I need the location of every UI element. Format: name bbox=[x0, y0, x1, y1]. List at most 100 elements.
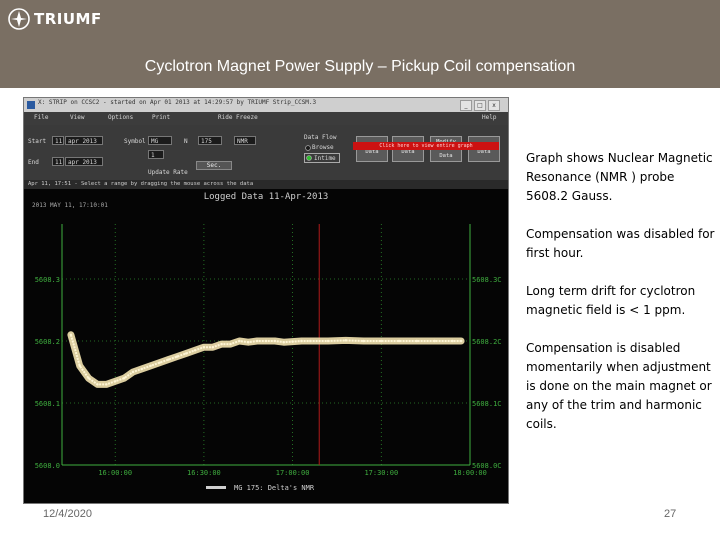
data-point bbox=[264, 339, 268, 343]
data-point bbox=[87, 377, 90, 380]
close-button[interactable]: x bbox=[488, 100, 500, 111]
data-point bbox=[131, 370, 135, 374]
data-point bbox=[255, 339, 259, 343]
data-point bbox=[300, 339, 303, 343]
data-point bbox=[309, 339, 312, 343]
y-tick-label-left: 5608.1 bbox=[35, 400, 60, 408]
data-point bbox=[149, 364, 152, 367]
y-tick-label-right: 5608.1C bbox=[472, 400, 502, 408]
app-icon bbox=[27, 101, 35, 109]
note-adjustment: Compensation is disabled momentarily whe… bbox=[526, 341, 712, 431]
y-tick-label-left: 5608.0 bbox=[35, 462, 60, 470]
update-rate-label: Update Rate bbox=[148, 169, 188, 176]
n-field[interactable]: 175 bbox=[198, 136, 222, 145]
y-tick-label-left: 5608.3 bbox=[35, 276, 60, 284]
data-point bbox=[433, 339, 436, 343]
data-point bbox=[451, 339, 454, 343]
data-point bbox=[415, 339, 418, 343]
data-point bbox=[326, 339, 330, 343]
note-nmr: Graph shows Nuclear Magnetic Resonance (… bbox=[526, 151, 713, 203]
data-point bbox=[211, 346, 214, 349]
triumf-logo: TRIUMF bbox=[8, 8, 102, 30]
data-point bbox=[229, 342, 232, 346]
end-day-field[interactable]: 11 bbox=[52, 157, 64, 166]
data-point bbox=[397, 339, 401, 343]
data-point bbox=[167, 358, 170, 361]
data-point bbox=[380, 339, 383, 343]
status-bar: Apr 11, 17:51 - Select a range by draggi… bbox=[24, 180, 508, 189]
control-panel: Start 11 apr 2013 End 11 apr 2013 Symbol… bbox=[24, 125, 508, 180]
x-tick-label: 16:00:00 bbox=[98, 469, 132, 477]
legend-label: MG 175: Delta's NMR bbox=[234, 484, 315, 492]
window-title: X: STRIP on CCSC2 - started on Apr 01 20… bbox=[38, 99, 317, 106]
view-entire-graph-bar[interactable]: Click here to view entire graph bbox=[353, 142, 499, 150]
status-text: Apr 11, 17:51 - Select a range by draggi… bbox=[28, 181, 254, 187]
end-date-field[interactable]: apr 2013 bbox=[65, 157, 103, 166]
menu-file[interactable]: File bbox=[34, 114, 48, 121]
radio-browse-label[interactable]: Browse bbox=[312, 144, 334, 151]
source-select[interactable]: NMR bbox=[234, 136, 256, 145]
menu-options[interactable]: Options bbox=[108, 114, 133, 121]
units-select[interactable]: Sec. bbox=[196, 161, 232, 170]
data-point bbox=[122, 377, 126, 380]
chart-title: Logged Data 11-Apr-2013 bbox=[204, 192, 329, 202]
chart-date-label: 2013 MAY 11, 17:10:01 bbox=[32, 202, 108, 209]
n-label: N bbox=[184, 138, 188, 145]
menu-ride-freeze[interactable]: Ride Freeze bbox=[218, 114, 258, 121]
data-point bbox=[291, 340, 294, 343]
x-tick-label: 17:00:00 bbox=[276, 469, 310, 477]
menu-bar: File View Options Print Ride Freeze Help bbox=[24, 112, 508, 125]
start-day-field[interactable]: 11 bbox=[52, 136, 64, 145]
y-tick-label-right: 5608.0C bbox=[472, 462, 502, 470]
x-tick-label: 17:30:00 bbox=[364, 469, 398, 477]
minimize-button[interactable]: _ bbox=[460, 100, 472, 111]
radio-intime[interactable] bbox=[306, 155, 312, 161]
radio-intime-label[interactable]: Intime bbox=[314, 155, 336, 162]
data-point bbox=[78, 364, 81, 367]
maximize-button[interactable]: □ bbox=[474, 100, 486, 111]
menu-print[interactable]: Print bbox=[152, 114, 170, 121]
symbol-label: Symbol bbox=[124, 138, 146, 145]
y-tick-label-right: 5608.3C bbox=[472, 276, 502, 284]
slide-header: TRIUMF Cyclotron Magnet Power Supply – P… bbox=[0, 0, 720, 88]
y-tick-label-right: 5608.2C bbox=[472, 338, 502, 346]
data-point bbox=[114, 380, 117, 383]
data-point bbox=[220, 342, 223, 346]
plot-background bbox=[24, 189, 508, 503]
data-point bbox=[247, 341, 250, 344]
data-point bbox=[202, 346, 206, 349]
rate-field[interactable]: 1 bbox=[148, 150, 164, 159]
strip-chart[interactable]: 2013 MAY 11, 17:10:01 Logged Data 11-Apr… bbox=[24, 189, 508, 503]
symbol-select[interactable]: MG bbox=[148, 136, 172, 145]
strip-chart-screenshot: X: STRIP on CCSC2 - started on Apr 01 20… bbox=[23, 97, 509, 504]
x-tick-label: 18:00:00 bbox=[453, 469, 487, 477]
data-point bbox=[193, 349, 197, 352]
radio-browse[interactable] bbox=[305, 145, 311, 151]
data-point bbox=[362, 339, 365, 343]
data-point bbox=[158, 361, 161, 364]
end-label: End bbox=[28, 159, 39, 166]
triumf-logo-icon bbox=[8, 8, 30, 30]
page-number: 27 bbox=[664, 508, 677, 520]
data-point bbox=[459, 339, 463, 343]
start-label: Start bbox=[28, 138, 47, 145]
data-point bbox=[176, 355, 179, 358]
legend-swatch bbox=[206, 486, 226, 489]
data-point bbox=[344, 339, 348, 342]
data-point bbox=[105, 383, 108, 386]
data-point bbox=[140, 367, 144, 371]
data-point bbox=[273, 339, 277, 343]
start-date-field[interactable]: apr 2013 bbox=[65, 136, 103, 145]
footer-date: 12/4/2020 bbox=[43, 508, 92, 520]
data-point bbox=[69, 333, 73, 336]
menu-view[interactable]: View bbox=[70, 114, 84, 121]
data-point bbox=[184, 352, 188, 355]
data-point bbox=[282, 341, 285, 344]
notes-column: Graph shows Nuclear Magnetic Resonance (… bbox=[526, 149, 716, 453]
data-flow-label: Data Flow bbox=[304, 134, 337, 141]
window-titlebar: X: STRIP on CCSC2 - started on Apr 01 20… bbox=[24, 98, 508, 112]
y-tick-label-left: 5608.2 bbox=[35, 338, 60, 346]
logo-text: TRIUMF bbox=[34, 10, 102, 28]
slide-title: Cyclotron Magnet Power Supply – Pickup C… bbox=[144, 58, 576, 75]
menu-help[interactable]: Help bbox=[482, 114, 496, 121]
